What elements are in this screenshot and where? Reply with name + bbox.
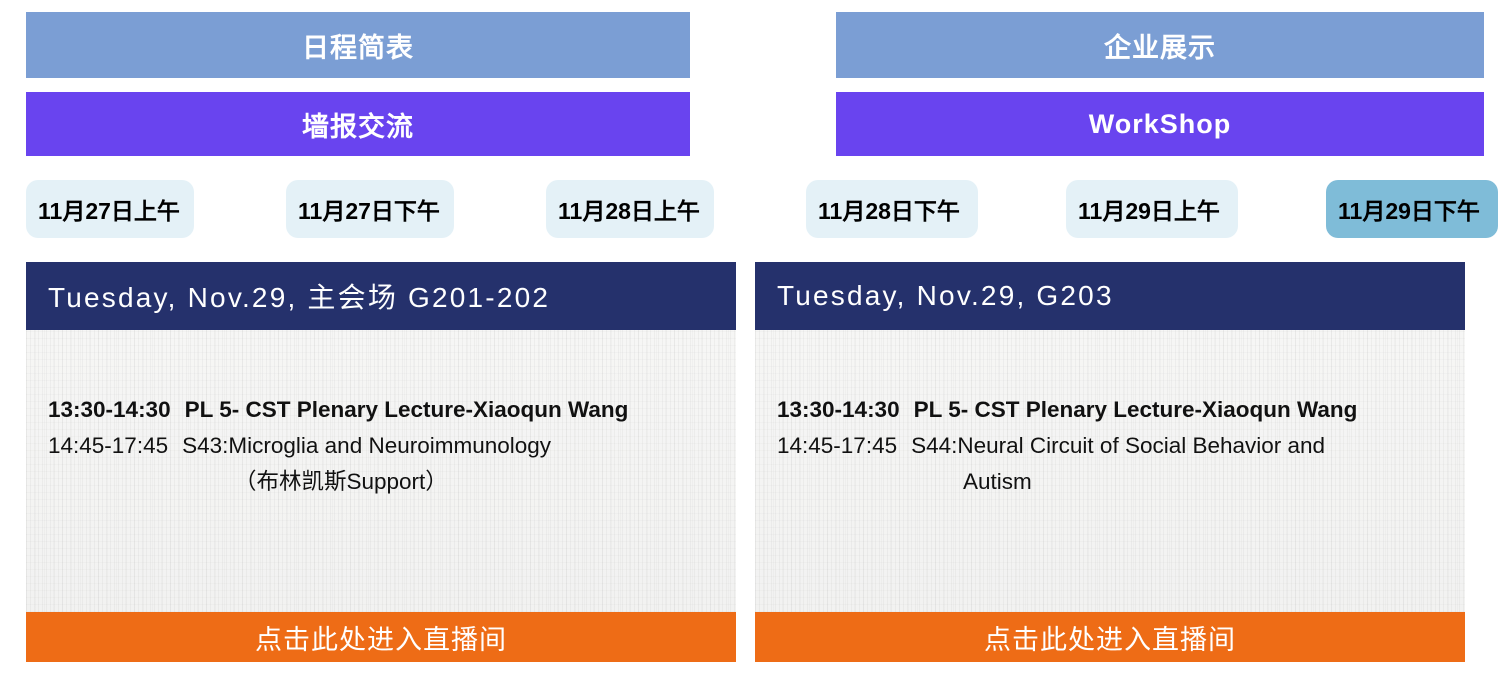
banner-label: WorkShop	[1088, 108, 1232, 139]
agenda-title: S44:Neural Circuit of Social Behavior an…	[911, 433, 1326, 458]
tab-nov28-afternoon[interactable]: 11月28日下午	[806, 180, 978, 238]
live-stream-button[interactable]: 点击此处进入直播间	[26, 612, 736, 662]
banner-exhibitor-showcase[interactable]: 企业展示	[836, 12, 1484, 78]
banner-workshop[interactable]: WorkShop	[836, 92, 1484, 156]
agenda-title: S43:Microglia and Neuroimmunology	[182, 433, 552, 458]
banner-agenda-overview[interactable]: 日程简表	[26, 12, 690, 78]
tab-label: 11月29日上午	[1078, 198, 1220, 224]
banner-poster-session[interactable]: 墙报交流	[26, 92, 690, 156]
agenda-time: 14:45-17:45	[48, 433, 169, 458]
live-stream-button-label: 点击此处进入直播间	[255, 624, 507, 655]
banner-row-primary: 日程简表 企业展示	[0, 12, 1509, 78]
agenda-title: PL 5- CST Plenary Lecture-Xiaoqun Wang	[184, 397, 629, 422]
tab-nov27-afternoon[interactable]: 11月27日下午	[286, 180, 454, 238]
card-header: Tuesday, Nov.29, G203	[755, 262, 1465, 330]
tab-label: 11月28日上午	[558, 198, 700, 224]
agenda-title-continuation: Autism	[963, 469, 1032, 494]
day-tabstrip: 11月27日上午 11月27日下午 11月28日上午 11月28日下午 11月2…	[0, 180, 1509, 238]
agenda-time: 13:30-14:30	[48, 397, 171, 422]
agenda-time: 13:30-14:30	[777, 397, 900, 422]
agenda-row-continuation: Autism	[777, 464, 1445, 500]
agenda-time: 14:45-17:45	[777, 433, 898, 458]
tab-nov27-morning[interactable]: 11月27日上午	[26, 180, 194, 238]
tab-nov29-afternoon[interactable]: 11月29日下午	[1326, 180, 1498, 238]
session-card-main-hall: Tuesday, Nov.29, 主会场 G201-202 13:30-14:3…	[26, 262, 736, 662]
card-header-label: Tuesday, Nov.29, 主会场 G201-202	[48, 282, 551, 313]
card-header-label: Tuesday, Nov.29, G203	[777, 280, 1114, 311]
agenda-row-continuation: （布林凯斯Support）	[48, 464, 716, 500]
banner-row-secondary: 墙报交流 WorkShop	[0, 92, 1509, 156]
live-stream-button[interactable]: 点击此处进入直播间	[755, 612, 1465, 662]
tab-label: 11月28日下午	[818, 198, 960, 224]
card-agenda-list: 13:30-14:30 PL 5- CST Plenary Lecture-Xi…	[26, 330, 736, 612]
tab-label: 11月27日下午	[298, 198, 440, 224]
tab-nov28-morning[interactable]: 11月28日上午	[546, 180, 714, 238]
tab-label: 11月27日上午	[38, 198, 180, 224]
banner-label: 日程简表	[302, 32, 414, 63]
live-stream-button-label: 点击此处进入直播间	[984, 624, 1236, 655]
agenda-row: 14:45-17:45 S43:Microglia and Neuroimmun…	[48, 428, 716, 464]
tab-nov29-morning[interactable]: 11月29日上午	[1066, 180, 1238, 238]
agenda-row: 14:45-17:45 S44:Neural Circuit of Social…	[777, 428, 1445, 464]
banner-label: 墙报交流	[302, 111, 414, 142]
agenda-row: 13:30-14:30 PL 5- CST Plenary Lecture-Xi…	[777, 392, 1445, 428]
agenda-title: PL 5- CST Plenary Lecture-Xiaoqun Wang	[913, 397, 1358, 422]
tab-label: 11月29日下午	[1338, 198, 1480, 224]
card-header: Tuesday, Nov.29, 主会场 G201-202	[26, 262, 736, 330]
card-agenda-list: 13:30-14:30 PL 5- CST Plenary Lecture-Xi…	[755, 330, 1465, 612]
agenda-title-continuation: （布林凯斯Support）	[234, 469, 448, 494]
banner-label: 企业展示	[1104, 32, 1216, 63]
session-card-g203: Tuesday, Nov.29, G203 13:30-14:30 PL 5- …	[755, 262, 1465, 662]
agenda-row: 13:30-14:30 PL 5- CST Plenary Lecture-Xi…	[48, 392, 716, 428]
